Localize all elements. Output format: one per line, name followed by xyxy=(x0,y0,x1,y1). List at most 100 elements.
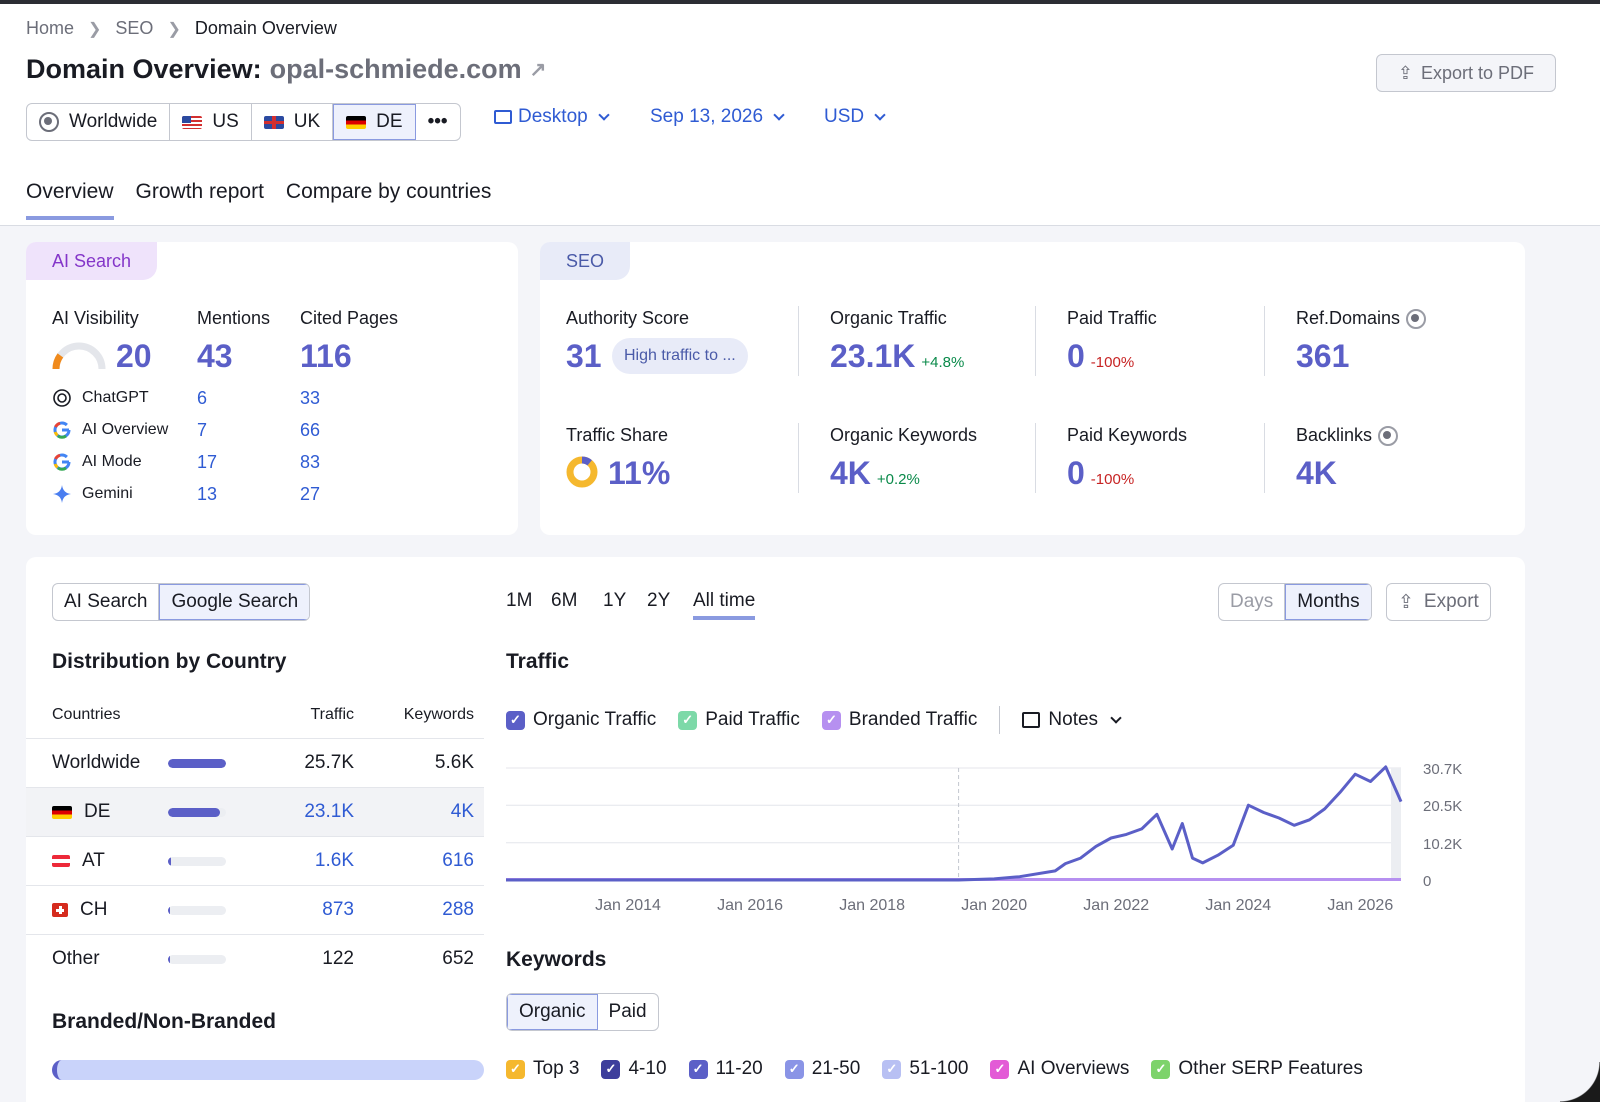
organic-traffic-value[interactable]: 23.1K xyxy=(830,338,915,375)
backlinks-value[interactable]: 4K xyxy=(1296,455,1337,492)
ai-row-cited[interactable]: 33 xyxy=(300,388,320,409)
more-regions-button[interactable]: ••• xyxy=(416,104,460,140)
export-to-pdf-label: Export to PDF xyxy=(1421,62,1535,83)
source-ai-search[interactable]: AI Search xyxy=(53,584,160,620)
keywords-organic[interactable]: Organic xyxy=(507,994,598,1030)
keywords-value[interactable]: 288 xyxy=(442,899,474,921)
traffic-value: 25.7K xyxy=(304,752,354,773)
legend-21-50[interactable]: ✓ 21-50 xyxy=(784,1058,860,1080)
keywords-paid[interactable]: Paid xyxy=(598,994,658,1030)
divider xyxy=(999,706,1001,734)
desktop-icon xyxy=(494,110,512,124)
ai-row-cited[interactable]: 27 xyxy=(300,484,320,505)
period-2y[interactable]: 2Y xyxy=(647,590,670,612)
device-dropdown[interactable]: Desktop xyxy=(494,106,612,128)
traffic-chart[interactable]: 0 10.2K 20.5K 30.7K Jan 2014 Jan 2016 Jan 2018… xyxy=(506,750,1486,920)
paid-traffic-delta: -100% xyxy=(1090,354,1135,371)
period-1m[interactable]: 1M xyxy=(506,590,532,612)
export-to-pdf-button[interactable]: ⇪ Export to PDF xyxy=(1376,54,1556,92)
organic-keywords-delta: +0.2% xyxy=(876,471,920,488)
period-all-time[interactable]: All time xyxy=(693,590,756,620)
chatgpt-icon xyxy=(53,389,71,407)
series-line-organic-traffic xyxy=(506,765,1403,882)
date-dropdown[interactable]: Sep 13, 2026 xyxy=(650,106,787,128)
keywords-value[interactable]: 616 xyxy=(442,850,474,872)
authority-score-badge[interactable]: High traffic to ... xyxy=(612,338,748,374)
paid-keywords-value[interactable]: 0 xyxy=(1067,455,1085,492)
ai-row-cited[interactable]: 66 xyxy=(300,420,320,441)
x-tick-label: Jan 2020 xyxy=(961,897,1027,914)
authority-score-value[interactable]: 31 xyxy=(566,338,602,375)
legend-label: Organic Traffic xyxy=(533,709,657,730)
legend-label: 51-100 xyxy=(909,1058,969,1079)
tab-overview[interactable]: Overview xyxy=(26,180,114,220)
period-6m[interactable]: 6M xyxy=(551,590,577,612)
country-name: Other xyxy=(52,948,100,970)
paid-traffic-value[interactable]: 0 xyxy=(1067,338,1085,375)
y-tick-label: 20.5K xyxy=(1423,798,1462,815)
organic-keywords-value[interactable]: 4K xyxy=(830,455,871,492)
legend-4-10[interactable]: ✓ 4-10 xyxy=(601,1058,667,1080)
breadcrumb-seo[interactable]: SEO xyxy=(115,18,153,39)
share-bar-fill xyxy=(168,906,170,915)
legend-11-20[interactable]: ✓ 11-20 xyxy=(688,1058,763,1080)
divider xyxy=(1264,306,1265,376)
ai-row-mentions[interactable]: 17 xyxy=(197,452,217,473)
traffic-value[interactable]: 873 xyxy=(322,899,354,921)
traffic-title: Traffic xyxy=(506,650,570,673)
traffic-value[interactable]: 23.1K xyxy=(304,801,354,823)
seo-card: SEO xyxy=(540,242,1525,535)
ai-row-mentions[interactable]: 6 xyxy=(197,388,207,409)
paid-keywords-label: Paid Keywords xyxy=(1067,425,1188,445)
legend-label: 4-10 xyxy=(628,1058,667,1079)
table-row[interactable]: Worldwide 25.7K 5.6K xyxy=(26,738,484,787)
region-label: US xyxy=(212,111,239,132)
ai-row-mentions[interactable]: 13 xyxy=(197,484,217,505)
region-uk[interactable]: UK xyxy=(252,104,334,140)
region-de[interactable]: DE xyxy=(333,104,416,140)
page-title-domain[interactable]: opal-schmiede.com xyxy=(270,54,522,85)
y-tick-label: 10.2K xyxy=(1423,836,1462,853)
chevron-right-icon: ❯ xyxy=(88,20,102,38)
notes-dropdown[interactable]: Notes xyxy=(1022,709,1124,731)
paid-traffic-metric: 0 -100% xyxy=(1067,338,1134,375)
legend-top-3[interactable]: ✓ Top 3 xyxy=(506,1058,579,1080)
tab-compare-by-countries[interactable]: Compare by countries xyxy=(286,180,491,220)
table-row[interactable]: CH 873 288 xyxy=(26,885,484,934)
legend-paid-traffic[interactable]: ✓ Paid Traffic xyxy=(678,709,800,731)
chevron-right-icon: ❯ xyxy=(167,20,181,38)
ai-row-cited[interactable]: 83 xyxy=(300,452,320,473)
currency-dropdown[interactable]: USD xyxy=(824,106,888,128)
region-worldwide[interactable]: Worldwide xyxy=(27,104,171,140)
table-row[interactable]: Other 122 652 xyxy=(26,934,484,983)
export-button[interactable]: ⇪ Export xyxy=(1386,583,1491,621)
ai-row-mentions[interactable]: 7 xyxy=(197,420,207,441)
granularity-days[interactable]: Days xyxy=(1219,584,1286,620)
table-row[interactable]: DE 23.1K 4K xyxy=(26,787,484,836)
traffic-share-label: Traffic Share xyxy=(566,425,669,445)
traffic-value[interactable]: 1.6K xyxy=(315,850,354,872)
paid-keywords-metric: 0 -100% xyxy=(1067,455,1134,492)
legend-ai-overviews[interactable]: ✓ AI Overviews xyxy=(990,1058,1129,1080)
region-us[interactable]: US xyxy=(170,104,252,140)
legend-51-100[interactable]: ✓ 51-100 xyxy=(882,1058,968,1080)
table-row[interactable]: AT 1.6K 616 xyxy=(26,836,484,885)
keywords-value: 5.6K xyxy=(434,752,474,773)
legend-label: Other SERP Features xyxy=(1178,1058,1363,1079)
traffic-share-value: 11% xyxy=(608,455,671,491)
external-link-icon[interactable]: ↗ xyxy=(530,57,547,82)
authority-score-label: Authority Score xyxy=(566,308,690,328)
legend-branded-traffic[interactable]: ✓ Branded Traffic xyxy=(821,709,977,731)
divider xyxy=(1264,423,1265,493)
granularity-months[interactable]: Months xyxy=(1285,584,1371,620)
legend-organic-traffic[interactable]: ✓ Organic Traffic xyxy=(506,709,656,731)
de-flag-icon xyxy=(52,805,72,819)
breadcrumb-home[interactable]: Home xyxy=(26,18,74,39)
source-google-search[interactable]: Google Search xyxy=(159,584,310,620)
tab-growth-report[interactable]: Growth report xyxy=(136,180,264,220)
period-1y[interactable]: 1Y xyxy=(603,590,626,612)
ref-domains-value[interactable]: 361 xyxy=(1296,338,1349,375)
country-label: DE xyxy=(84,801,111,822)
legend-other-serp-features[interactable]: ✓ Other SERP Features xyxy=(1151,1058,1363,1080)
keywords-value[interactable]: 4K xyxy=(451,801,474,823)
